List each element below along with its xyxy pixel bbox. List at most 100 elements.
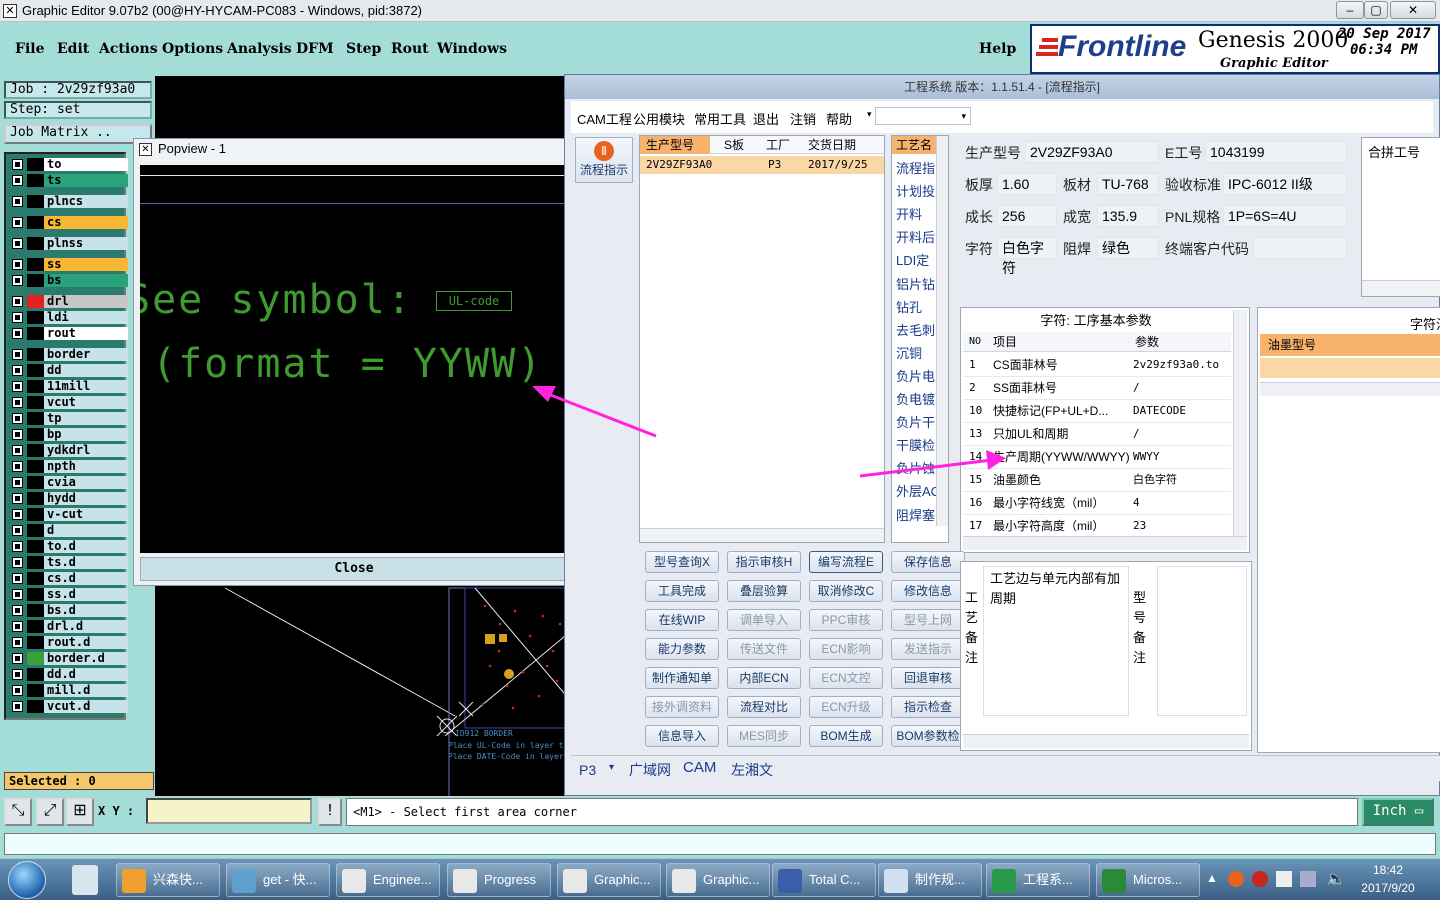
layer-name[interactable]: vcut xyxy=(44,396,128,409)
layer-name[interactable]: 11mill xyxy=(44,380,128,393)
action-button[interactable]: 取消修改C xyxy=(809,580,883,602)
process-item[interactable]: 开料后 xyxy=(896,227,935,246)
mask-value[interactable]: 绿色 xyxy=(1097,237,1159,259)
layer-name[interactable]: ldi xyxy=(44,311,128,324)
menu-help-dropdown-icon[interactable]: ▾ xyxy=(867,109,872,120)
layer-checkbox[interactable] xyxy=(12,159,23,170)
tray-network-icon[interactable] xyxy=(1300,871,1316,887)
action-button[interactable]: 指示审核H xyxy=(727,551,801,573)
layer-checkbox[interactable] xyxy=(12,349,23,360)
layer-row-vcut[interactable]: vcut xyxy=(10,396,128,409)
action-button[interactable]: 在线WIP xyxy=(645,609,719,631)
process-item[interactable]: 开料 xyxy=(896,204,922,223)
layer-name[interactable]: to xyxy=(44,158,128,171)
process-item[interactable]: 阻焊塞 xyxy=(896,505,935,524)
col-s[interactable]: S板 xyxy=(724,136,744,154)
action-button[interactable]: BOM参数检 xyxy=(891,725,965,747)
action-button[interactable]: ECN文控 xyxy=(809,667,883,689)
layer-checkbox[interactable] xyxy=(12,175,23,186)
param-row[interactable]: 13 只加UL和周期 / xyxy=(963,423,1231,446)
pnl-value[interactable]: 1P=6S=4U xyxy=(1223,205,1347,227)
merge-hscroll[interactable] xyxy=(1362,280,1440,296)
action-button[interactable]: MES同步 xyxy=(727,725,801,747)
menu-cam[interactable]: CAM工程 xyxy=(577,109,632,128)
layer-name[interactable]: bs xyxy=(44,274,128,287)
secondary-input[interactable] xyxy=(4,833,1436,855)
layer-row-border[interactable]: border xyxy=(10,348,128,361)
menu-combo[interactable]: ▾ xyxy=(875,107,971,125)
layer-name[interactable]: ts.d xyxy=(44,556,128,569)
action-button[interactable]: PPC审核 xyxy=(809,609,883,631)
tray-app-icon[interactable] xyxy=(1228,871,1244,887)
param-row[interactable]: 14 生产周期(YYWW/WWYY) WWYY xyxy=(963,446,1231,469)
menu-actions[interactable]: Actions xyxy=(99,41,158,57)
layer-name[interactable]: cvia xyxy=(44,476,128,489)
action-button[interactable]: ECN影响 xyxy=(809,638,883,660)
layer-row-ss.d[interactable]: ss.d xyxy=(10,588,128,601)
calculator-icon[interactable] xyxy=(72,865,98,895)
layer-checkbox[interactable] xyxy=(12,621,23,632)
layer-row-bp[interactable]: bp xyxy=(10,428,128,441)
thickness-value[interactable]: 1.60 xyxy=(997,173,1057,195)
layer-name[interactable]: ss xyxy=(44,258,128,271)
menu-help[interactable]: Help xyxy=(979,41,1016,57)
layer-row-ts.d[interactable]: ts.d xyxy=(10,556,128,569)
layer-row-ts[interactable]: ts xyxy=(10,174,128,187)
layer-checkbox[interactable] xyxy=(12,685,23,696)
layer-name[interactable]: ss.d xyxy=(44,588,128,601)
eno-value[interactable]: 1043199 xyxy=(1205,141,1347,163)
layer-name[interactable]: npth xyxy=(44,460,128,473)
layer-row-drl[interactable]: drl xyxy=(10,295,128,308)
order-row[interactable]: 2V29ZF93A0 P3 2017/9/25 xyxy=(640,156,884,174)
layer-row-bs[interactable]: bs xyxy=(10,274,128,287)
taskbar-item[interactable]: Progress xyxy=(447,863,551,897)
layer-row-border.d[interactable]: border.d xyxy=(10,652,128,665)
param-hscroll[interactable] xyxy=(963,536,1247,550)
zoom-area-button[interactable]: ⤡ xyxy=(4,798,32,826)
layer-checkbox[interactable] xyxy=(12,328,23,339)
taskbar-item[interactable]: get - 快... xyxy=(226,863,330,897)
process-item[interactable]: 负片蚀 xyxy=(896,458,935,477)
layer-checkbox[interactable] xyxy=(12,557,23,568)
action-button[interactable]: 工具完成 xyxy=(645,580,719,602)
layer-name[interactable]: to.d xyxy=(44,540,128,553)
layer-row-ldi[interactable]: ldi xyxy=(10,311,128,324)
model-value[interactable]: 2V29ZF93A0 xyxy=(1025,141,1159,163)
layer-row-v-cut[interactable]: v-cut xyxy=(10,508,128,521)
action-button[interactable]: 发送指示 xyxy=(891,638,965,660)
layer-name[interactable]: mill.d xyxy=(44,684,128,697)
layer-checkbox[interactable] xyxy=(12,701,23,712)
material-value[interactable]: TU-768 xyxy=(1097,173,1159,195)
layer-checkbox[interactable] xyxy=(12,461,23,472)
layer-checkbox[interactable] xyxy=(12,605,23,616)
action-button[interactable]: 能力参数 xyxy=(645,638,719,660)
process-item[interactable]: 负片电 xyxy=(896,366,935,385)
param-row[interactable]: 15 油墨颜色 白色字符 xyxy=(963,469,1231,492)
layer-checkbox[interactable] xyxy=(12,196,23,207)
layer-row-rout.d[interactable]: rout.d xyxy=(10,636,128,649)
layer-name[interactable]: plnss xyxy=(44,237,128,250)
accept-value[interactable]: IPC-6012 II级 xyxy=(1223,173,1347,195)
process-remark-text[interactable]: 工艺边与单元内部有加周期 xyxy=(983,566,1129,716)
length-value[interactable]: 256 xyxy=(997,205,1057,227)
col-factory[interactable]: 工厂 xyxy=(766,136,790,154)
tray-expand-icon[interactable]: ▲ xyxy=(1206,871,1218,885)
layer-name[interactable]: bp xyxy=(44,428,128,441)
layer-row-rout[interactable]: rout xyxy=(10,327,128,340)
minimize-button[interactable]: – xyxy=(1336,1,1364,19)
layer-name[interactable]: rout.d xyxy=(44,636,128,649)
layer-row-plnss[interactable]: plnss xyxy=(10,237,128,250)
layer-row-dd[interactable]: dd xyxy=(10,364,128,377)
action-button[interactable]: 调单导入 xyxy=(727,609,801,631)
action-button[interactable]: 保存信息 xyxy=(891,551,965,573)
layer-row-mill.d[interactable]: mill.d xyxy=(10,684,128,697)
action-button[interactable]: 制作通知单 xyxy=(645,667,719,689)
process-indicator-button[interactable]: Ⅱ 流程指示 xyxy=(575,137,633,183)
popview-close-button[interactable]: Close xyxy=(140,557,568,581)
taskbar-item[interactable]: Enginee... xyxy=(336,863,440,897)
units-button[interactable]: Inch ▭ xyxy=(1362,798,1434,826)
menu-step[interactable]: Step xyxy=(346,41,381,57)
layer-checkbox[interactable] xyxy=(12,296,23,307)
layer-row-plncs[interactable]: plncs xyxy=(10,195,128,208)
layer-name[interactable]: dd.d xyxy=(44,668,128,681)
